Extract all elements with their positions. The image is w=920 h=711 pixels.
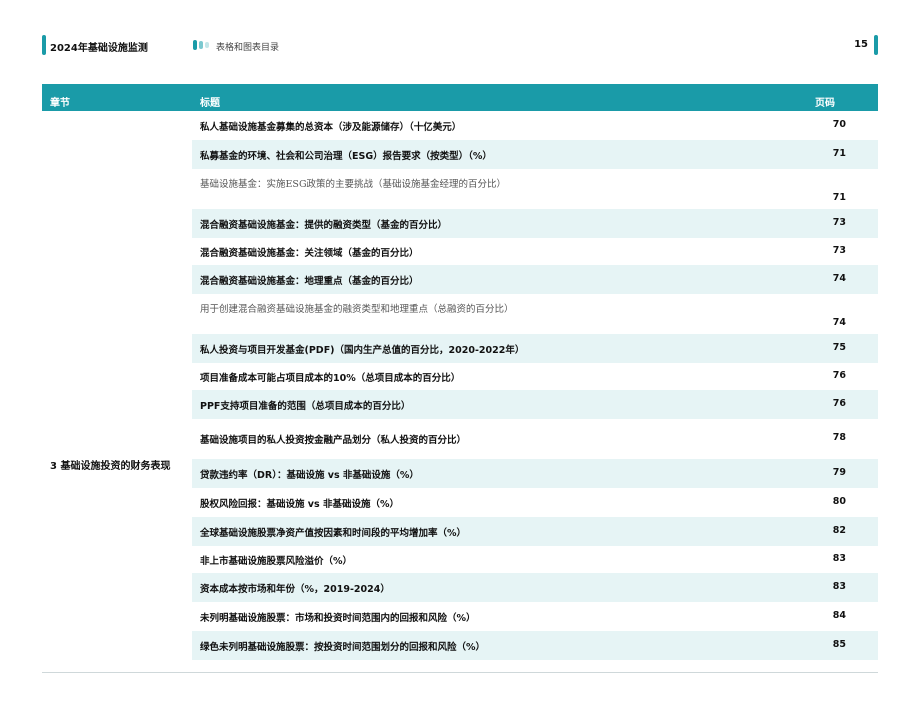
row-cell: 贷款违约率（DR）：基础设施 vs 非基础设施（%） 79 [192, 459, 878, 488]
row-cell: 混合融资基础设施基金：提供的融资类型（基金的百分比） 73 [192, 209, 878, 238]
row-title: 混合融资基础设施基金：关注领域（基金的百分比） [200, 248, 419, 259]
toc-icon [193, 40, 209, 50]
row-title: 基础设施基金：实施ESG政策的主要挑战（基础设施基金经理的百分比） [200, 179, 507, 190]
report-title: 2024年基础设施监测 [50, 43, 148, 54]
table-row: 基础设施基金：实施ESG政策的主要挑战（基础设施基金经理的百分比） 71 [42, 169, 878, 210]
row-title: 股权风险回报：基础设施 vs 非基础设施（%） [200, 499, 399, 510]
toc-table: 章节 标题 页码 3 基础设施投资的财务表现 私人基础设施基金募集的总资本（涉及… [42, 84, 878, 661]
row-page-number: 80 [832, 496, 846, 507]
row-title: 资本成本按市场和年份（%，2019-2024） [200, 584, 390, 595]
table-row: 股权风险回报：基础设施 vs 非基础设施（%） 80 [42, 488, 878, 518]
row-title: 私人基础设施基金募集的总资本（涉及能源储存）（十亿美元） [200, 122, 462, 133]
row-page-number: 71 [832, 192, 846, 203]
table-header: 章节 标题 页码 [42, 84, 878, 111]
row-cell: 基础设施项目的私人投资按金融产品划分（私人投资的百分比） 78 [192, 419, 878, 459]
table-row: 混合融资基础设施基金：地理重点（基金的百分比） 74 [42, 265, 878, 295]
row-title: 混合融资基础设施基金：地理重点（基金的百分比） [200, 276, 419, 287]
row-page-number: 84 [832, 610, 846, 621]
row-cell: 私人基础设施基金募集的总资本（涉及能源储存）（十亿美元） 70 [192, 111, 878, 140]
row-title: 未列明基础设施股票：市场和投资时间范围内的回报和风险（%） [200, 613, 476, 624]
row-page-number: 74 [832, 273, 846, 284]
row-page-number: 74 [832, 317, 846, 328]
table-row: 贷款违约率（DR）：基础设施 vs 非基础设施（%） 79 [42, 459, 878, 489]
row-cell: 混合融资基础设施基金：地理重点（基金的百分比） 74 [192, 265, 878, 294]
row-cell: 私募基金的环境、社会和公司治理（ESG）报告要求（按类型）（%） 71 [192, 140, 878, 169]
table-bottom-rule [42, 672, 878, 673]
table-row: 基础设施项目的私人投资按金融产品划分（私人投资的百分比） 78 [42, 419, 878, 460]
row-page-number: 73 [832, 245, 846, 256]
table-row: 非上市基础设施股票风险溢价（%） 83 [42, 546, 878, 574]
row-cell: 混合融资基础设施基金：关注领域（基金的百分比） 73 [192, 238, 878, 265]
row-title: PPF支持项目准备的范围（总项目成本的百分比） [200, 401, 411, 412]
page-number: 15 [854, 39, 868, 50]
row-title: 绿色未列明基础设施股票：按投资时间范围划分的回报和风险（%） [200, 642, 486, 653]
table-row: 绿色未列明基础设施股票：按投资时间范围划分的回报和风险（%） 85 [42, 631, 878, 661]
table-row: 资本成本按市场和年份（%，2019-2024） 83 [42, 573, 878, 603]
row-title: 私人投资与项目开发基金(PDF)（国内生产总值的百分比，2020-2022年） [200, 345, 525, 356]
table-row: 项目准备成本可能占项目成本的10%（总项目成本的百分比） 76 [42, 363, 878, 391]
row-cell: PPF支持项目准备的范围（总项目成本的百分比） 76 [192, 390, 878, 419]
row-page-number: 78 [832, 432, 846, 443]
row-title: 非上市基础设施股票风险溢价（%） [200, 556, 353, 567]
header-accent-bar-right [874, 35, 878, 55]
row-cell: 资本成本按市场和年份（%，2019-2024） 83 [192, 573, 878, 602]
row-cell: 非上市基础设施股票风险溢价（%） 83 [192, 546, 878, 573]
row-page-number: 75 [832, 342, 846, 353]
row-page-number: 83 [832, 553, 846, 564]
header-accent-bar [42, 35, 46, 55]
row-page-number: 73 [832, 217, 846, 228]
row-cell: 全球基础设施股票净资产值按因素和时间段的平均增加率（%） 82 [192, 517, 878, 546]
column-header-chapter: 章节 [50, 98, 70, 109]
row-page-number: 76 [832, 398, 846, 409]
row-cell: 股权风险回报：基础设施 vs 非基础设施（%） 80 [192, 488, 878, 517]
table-row: 私人基础设施基金募集的总资本（涉及能源储存）（十亿美元） 70 [42, 111, 878, 141]
row-cell: 基础设施基金：实施ESG政策的主要挑战（基础设施基金经理的百分比） 71 [192, 169, 878, 209]
row-title: 混合融资基础设施基金：提供的融资类型（基金的百分比） [200, 220, 448, 231]
table-row: 混合融资基础设施基金：关注领域（基金的百分比） 73 [42, 238, 878, 266]
table-row: 私募基金的环境、社会和公司治理（ESG）报告要求（按类型）（%） 71 [42, 140, 878, 170]
row-page-number: 82 [832, 525, 846, 536]
column-header-page: 页码 [815, 98, 835, 109]
row-title: 贷款违约率（DR）：基础设施 vs 非基础设施（%） [200, 470, 419, 481]
section-label: 表格和图表目录 [216, 43, 280, 53]
row-cell: 未列明基础设施股票：市场和投资时间范围内的回报和风险（%） 84 [192, 602, 878, 631]
table-row: 私人投资与项目开发基金(PDF)（国内生产总值的百分比，2020-2022年） 7… [42, 334, 878, 364]
table-row: 未列明基础设施股票：市场和投资时间范围内的回报和风险（%） 84 [42, 602, 878, 632]
table-row: PPF支持项目准备的范围（总项目成本的百分比） 76 [42, 390, 878, 420]
row-title: 私募基金的环境、社会和公司治理（ESG）报告要求（按类型）（%） [200, 151, 492, 162]
row-cell: 私人投资与项目开发基金(PDF)（国内生产总值的百分比，2020-2022年） 7… [192, 334, 878, 363]
row-cell: 绿色未列明基础设施股票：按投资时间范围划分的回报和风险（%） 85 [192, 631, 878, 660]
row-title: 基础设施项目的私人投资按金融产品划分（私人投资的百分比） [200, 435, 467, 446]
row-page-number: 71 [832, 148, 846, 159]
row-cell: 用于创建混合融资基础设施基金的融资类型和地理重点（总融资的百分比） 74 [192, 294, 878, 334]
row-title: 项目准备成本可能占项目成本的10%（总项目成本的百分比） [200, 373, 461, 384]
row-cell: 项目准备成本可能占项目成本的10%（总项目成本的百分比） 76 [192, 363, 878, 390]
row-page-number: 85 [832, 639, 846, 650]
table-row: 全球基础设施股票净资产值按因素和时间段的平均增加率（%） 82 [42, 517, 878, 547]
row-page-number: 79 [832, 467, 846, 478]
row-page-number: 83 [832, 581, 846, 592]
row-page-number: 76 [832, 370, 846, 381]
table-row: 混合融资基础设施基金：提供的融资类型（基金的百分比） 73 [42, 209, 878, 239]
table-body: 3 基础设施投资的财务表现 私人基础设施基金募集的总资本（涉及能源储存）（十亿美… [42, 111, 878, 661]
column-header-title: 标题 [200, 98, 220, 109]
row-page-number: 70 [832, 119, 846, 130]
row-title: 全球基础设施股票净资产值按因素和时间段的平均增加率（%） [200, 528, 467, 539]
table-row: 用于创建混合融资基础设施基金的融资类型和地理重点（总融资的百分比） 74 [42, 294, 878, 335]
row-title: 用于创建混合融资基础设施基金的融资类型和地理重点（总融资的百分比） [200, 304, 514, 315]
